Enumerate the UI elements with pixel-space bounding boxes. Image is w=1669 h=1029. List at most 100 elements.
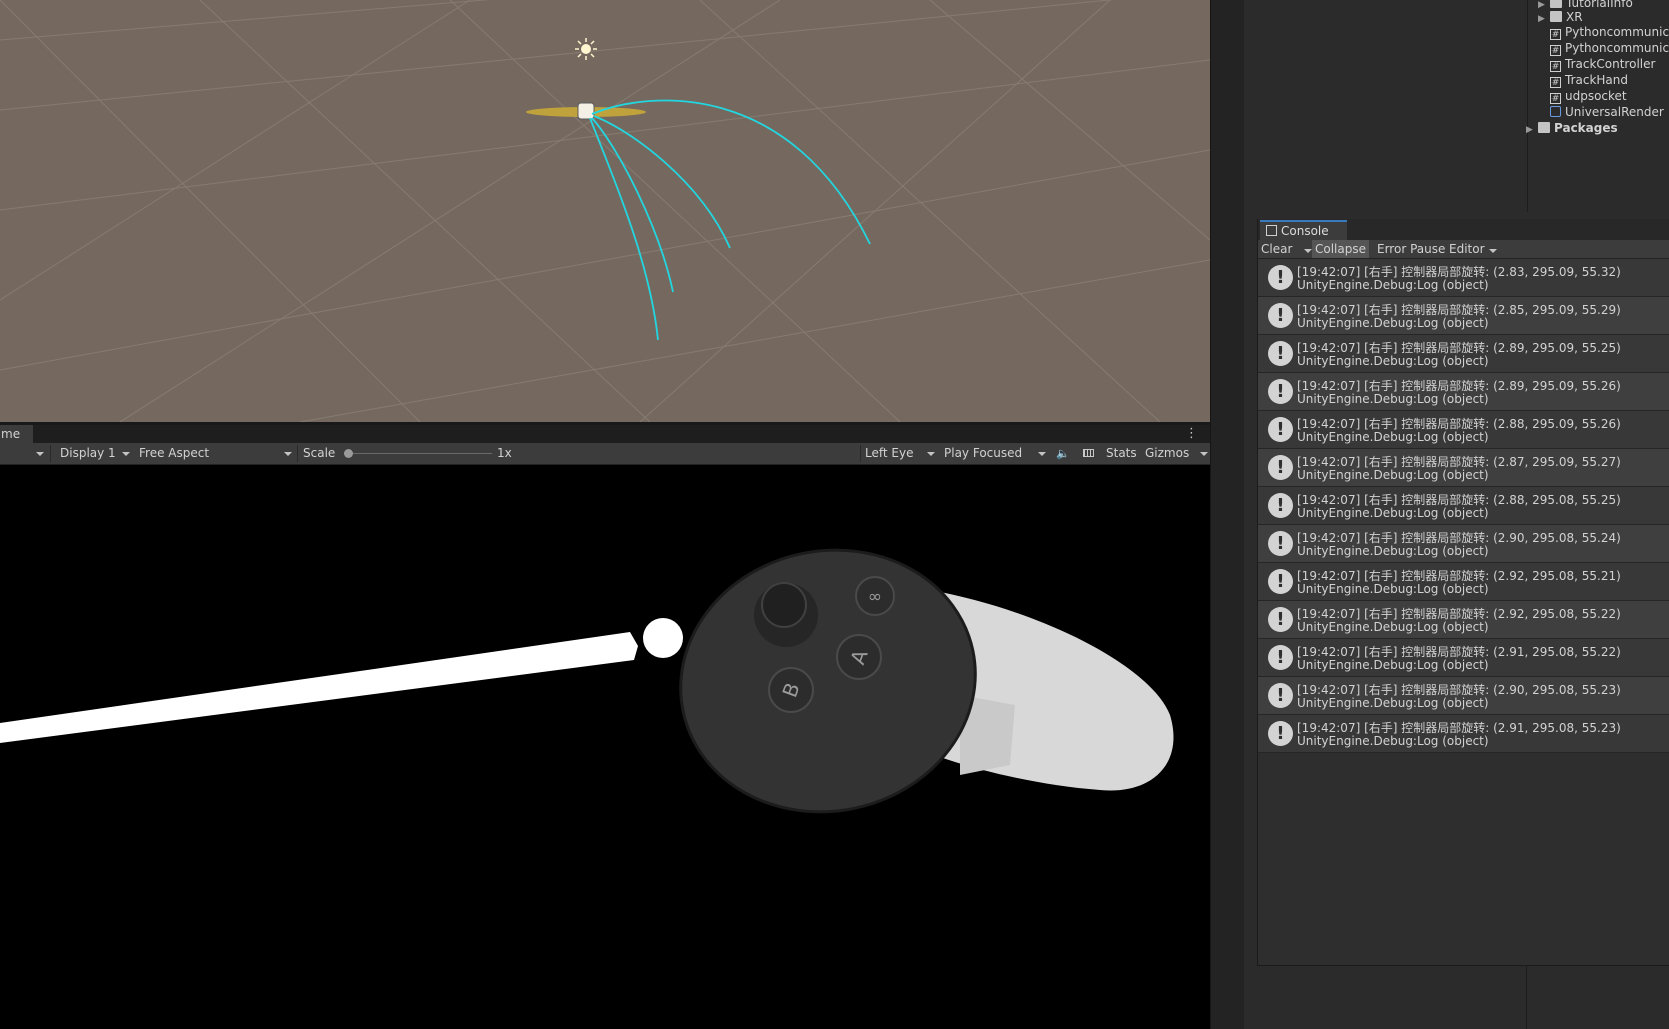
toolbar-divider	[860, 445, 861, 462]
folder-icon	[1538, 122, 1550, 133]
log-entry[interactable]: ! [19:42:07] [右手] 控制器局部旋转: (2.91, 295.08,…	[1258, 639, 1669, 677]
info-log-icon: !	[1268, 721, 1293, 746]
log-source: UnityEngine.Debug:Log (object)	[1297, 696, 1489, 710]
tree-item-udpsocket[interactable]: # udpsocket	[1550, 88, 1627, 104]
tree-item-label: Packages	[1554, 121, 1618, 135]
play-mode-dropdown[interactable]: Play Focused	[944, 443, 1048, 464]
scale-value: 1x	[497, 446, 512, 460]
log-source: UnityEngine.Debug:Log (object)	[1297, 544, 1489, 558]
info-log-icon: !	[1268, 531, 1293, 556]
scale-slider[interactable]	[344, 443, 492, 464]
expand-arrow-icon[interactable]: ▶	[1526, 122, 1538, 138]
display-dropdown[interactable]: Display 1	[60, 443, 132, 464]
console-window: Console Clear Collapse Error Pause Edito…	[1257, 219, 1669, 966]
tree-item-xr[interactable]: ▶ XR	[1538, 9, 1583, 25]
info-log-icon: !	[1268, 341, 1293, 366]
console-log-list[interactable]: ! [19:42:07] [右手] 控制器局部旋转: (2.83, 295.09,…	[1258, 259, 1669, 753]
error-pause-toggle[interactable]: Error Pause	[1374, 240, 1448, 258]
editor-dropdown[interactable]: Editor	[1446, 240, 1499, 258]
collapse-toggle[interactable]: Collapse	[1312, 240, 1369, 258]
info-log-icon: !	[1268, 569, 1293, 594]
game-tab-bar: me ⋮	[0, 425, 1210, 443]
log-source: UnityEngine.Debug:Log (object)	[1297, 506, 1489, 520]
log-entry[interactable]: ! [19:42:07] [右手] 控制器局部旋转: (2.88, 295.08,…	[1258, 487, 1669, 525]
eye-dropdown[interactable]: Left Eye	[865, 443, 937, 464]
scene-view[interactable]	[0, 0, 1210, 422]
tree-item-packages[interactable]: ▶ Packages	[1526, 120, 1618, 136]
log-source: UnityEngine.Debug:Log (object)	[1297, 354, 1489, 368]
log-entry[interactable]: ! [19:42:07] [右手] 控制器局部旋转: (2.89, 295.09,…	[1258, 373, 1669, 411]
console-toolbar: Clear Collapse Error Pause Editor	[1258, 240, 1669, 259]
tree-item-label: Pythoncommunic	[1565, 25, 1669, 39]
toolbar-divider	[50, 445, 51, 462]
log-entry[interactable]: ! [19:42:07] [右手] 控制器局部旋转: (2.87, 295.09,…	[1258, 449, 1669, 487]
info-log-icon: !	[1268, 455, 1293, 480]
tree-item-label: udpsocket	[1565, 89, 1627, 103]
slider-thumb[interactable]	[344, 449, 353, 458]
scene-canvas[interactable]	[0, 0, 1210, 422]
aspect-dropdown[interactable]: Free Aspect	[139, 443, 294, 464]
folder-icon	[1550, 11, 1562, 22]
more-options-icon[interactable]: ⋮	[1185, 426, 1198, 441]
project-browser: ▶ TutorialInfo ▶ XR # Pythoncommunic # Pytho…	[1244, 0, 1669, 212]
console-tab-bar: Console	[1258, 219, 1669, 241]
game-view[interactable]: ∞ A B	[0, 465, 1210, 1029]
log-source: UnityEngine.Debug:Log (object)	[1297, 468, 1489, 482]
info-log-icon: !	[1268, 417, 1293, 442]
info-log-icon: !	[1268, 303, 1293, 328]
tree-item-label: UniversalRender	[1565, 105, 1664, 119]
mute-audio-icon[interactable]: 🔈	[1056, 443, 1070, 464]
log-entry[interactable]: ! [19:42:07] [右手] 控制器局部旋转: (2.90, 295.08,…	[1258, 677, 1669, 715]
log-entry[interactable]: ! [19:42:07] [右手] 控制器局部旋转: (2.92, 295.08,…	[1258, 563, 1669, 601]
info-log-icon: !	[1268, 683, 1293, 708]
info-log-icon: !	[1268, 493, 1293, 518]
csharp-script-icon: #	[1550, 61, 1561, 72]
ray-interactor-lines	[589, 99, 871, 341]
game-render: ∞ A B	[0, 548, 1174, 814]
csharp-script-icon: #	[1550, 77, 1561, 88]
gizmos-dropdown[interactable]: Gizmos	[1145, 443, 1210, 464]
play-mode-label: Play Focused	[944, 446, 1023, 460]
csharp-script-icon: #	[1550, 93, 1561, 104]
log-entry[interactable]: ! [19:42:07] [右手] 控制器局部旋转: (2.90, 295.08,…	[1258, 525, 1669, 563]
stats-button[interactable]: Stats	[1106, 443, 1137, 464]
sun-icon[interactable]	[575, 38, 597, 60]
log-source: UnityEngine.Debug:Log (object)	[1297, 620, 1489, 634]
tree-item-label: XR	[1566, 10, 1583, 24]
panel-gutter	[1210, 0, 1245, 1029]
controller-face	[679, 548, 977, 814]
tree-item-trackcontroller[interactable]: # TrackController	[1550, 56, 1655, 72]
tree-item-pythoncommunic-2[interactable]: # Pythoncommunic	[1550, 40, 1669, 56]
game-mode-dropdown[interactable]	[0, 443, 46, 464]
menu-button-label: ∞	[868, 587, 882, 607]
log-entry[interactable]: ! [19:42:07] [右手] 控制器局部旋转: (2.83, 295.09,…	[1258, 259, 1669, 297]
log-entry[interactable]: ! [19:42:07] [右手] 控制器局部旋转: (2.88, 295.09,…	[1258, 411, 1669, 449]
eye-label: Left Eye	[865, 446, 914, 460]
aspect-label: Free Aspect	[139, 446, 210, 460]
tree-item-label: Pythoncommunic	[1565, 41, 1669, 55]
tree-item-universalrender[interactable]: UniversalRender	[1550, 104, 1664, 120]
info-log-icon: !	[1268, 265, 1293, 290]
console-title: Console	[1281, 224, 1329, 238]
log-source: UnityEngine.Debug:Log (object)	[1297, 582, 1489, 596]
grid-icon[interactable]	[1081, 443, 1097, 464]
thumbstick-icon	[761, 582, 807, 628]
tree-item-trackhand[interactable]: # TrackHand	[1550, 72, 1628, 88]
tree-item-label: TrackHand	[1565, 73, 1628, 87]
log-entry[interactable]: ! [19:42:07] [右手] 控制器局部旋转: (2.91, 295.08,…	[1258, 715, 1669, 753]
game-toolbar: Display 1 Free Aspect Scale 1x Left Eye …	[0, 443, 1210, 465]
tab-game[interactable]: me	[0, 425, 33, 443]
folder-icon	[1550, 0, 1562, 8]
info-log-icon: !	[1268, 607, 1293, 632]
tree-item-label: TrackController	[1565, 57, 1656, 71]
expand-arrow-icon[interactable]: ▶	[1538, 11, 1550, 27]
tree-item-pythoncommunic-1[interactable]: # Pythoncommunic	[1550, 24, 1669, 40]
clear-button[interactable]: Clear	[1258, 240, 1295, 258]
project-splitter[interactable]	[1527, 0, 1528, 212]
log-entry[interactable]: ! [19:42:07] [右手] 控制器局部旋转: (2.92, 295.08,…	[1258, 601, 1669, 639]
log-entry[interactable]: ! [19:42:07] [右手] 控制器局部旋转: (2.89, 295.09,…	[1258, 335, 1669, 373]
display-label: Display 1	[60, 446, 116, 460]
tab-console[interactable]: Console	[1260, 220, 1347, 240]
log-entry[interactable]: ! [19:42:07] [右手] 控制器局部旋转: (2.85, 295.09,…	[1258, 297, 1669, 335]
camera-gizmo-icon[interactable]	[577, 102, 595, 120]
